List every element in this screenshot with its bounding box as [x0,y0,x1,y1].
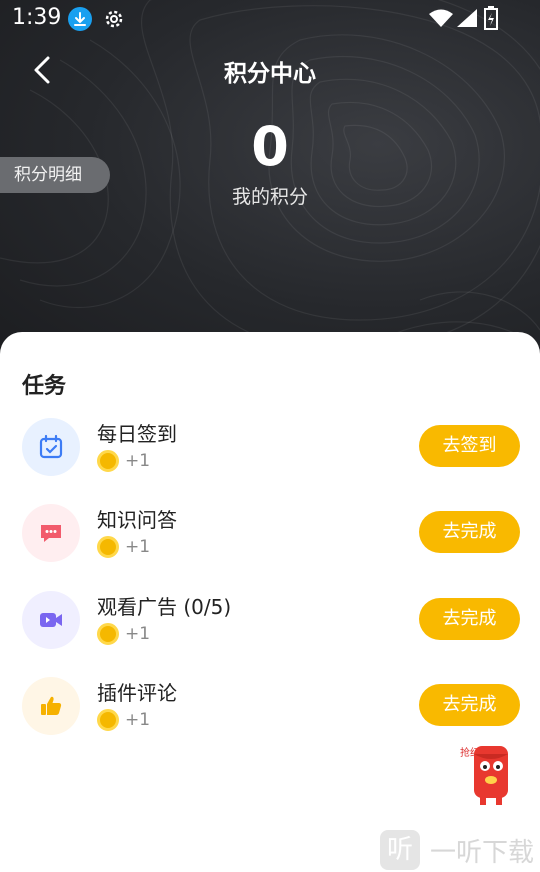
task-name: 每日签到 [97,422,177,446]
status-bar: 1:39 [0,0,540,36]
task-reward: +1 [125,537,151,557]
coin-icon [97,709,119,731]
complete-button[interactable]: 去完成 [419,511,520,553]
download-icon [68,7,92,31]
watermark-text: 一听下载 [430,837,535,868]
gear-icon [105,10,123,28]
coin-icon [97,536,119,558]
coin-icon [97,623,119,645]
thumbs-up-icon [22,677,80,735]
wifi-icon [429,9,453,27]
complete-button[interactable]: 去完成 [419,598,520,640]
complete-button[interactable]: 去完成 [419,684,520,726]
task-reward: +1 [125,710,151,730]
task-row-daily-checkin: 每日签到 +1 去签到 [0,418,540,478]
task-row-quiz: 知识问答 +1 去完成 [0,504,540,564]
section-title: 任务 [22,374,67,399]
task-name: 观看广告 (0/5) [97,595,232,619]
signal-icon [457,9,477,27]
task-reward: +1 [125,451,151,471]
video-camera-icon [22,591,80,649]
points-detail-button[interactable]: 积分明细 [0,157,110,193]
checkin-button[interactable]: 去签到 [419,425,520,467]
task-name: 插件评论 [97,681,177,705]
task-row-plugin-review: 插件评论 +1 去完成 [0,677,540,737]
task-reward: +1 [125,624,151,644]
coin-icon [97,450,119,472]
red-envelope-mascot-icon[interactable]: 抢红包了 [458,738,520,808]
chat-bubble-icon [22,504,80,562]
page-title: 积分中心 [224,61,316,87]
task-name: 知识问答 [97,508,177,532]
task-row-watch-ads: 观看广告 (0/5) +1 去完成 [0,591,540,651]
watermark-logo: 听 [380,830,420,870]
battery-icon [484,6,498,30]
status-time: 1:39 [12,5,62,30]
watermark: 听 一听下载 [380,828,534,872]
points-header: 1:39 积分中心 0 我的积分 积分明细 [0,0,540,360]
calendar-check-icon [22,418,80,476]
